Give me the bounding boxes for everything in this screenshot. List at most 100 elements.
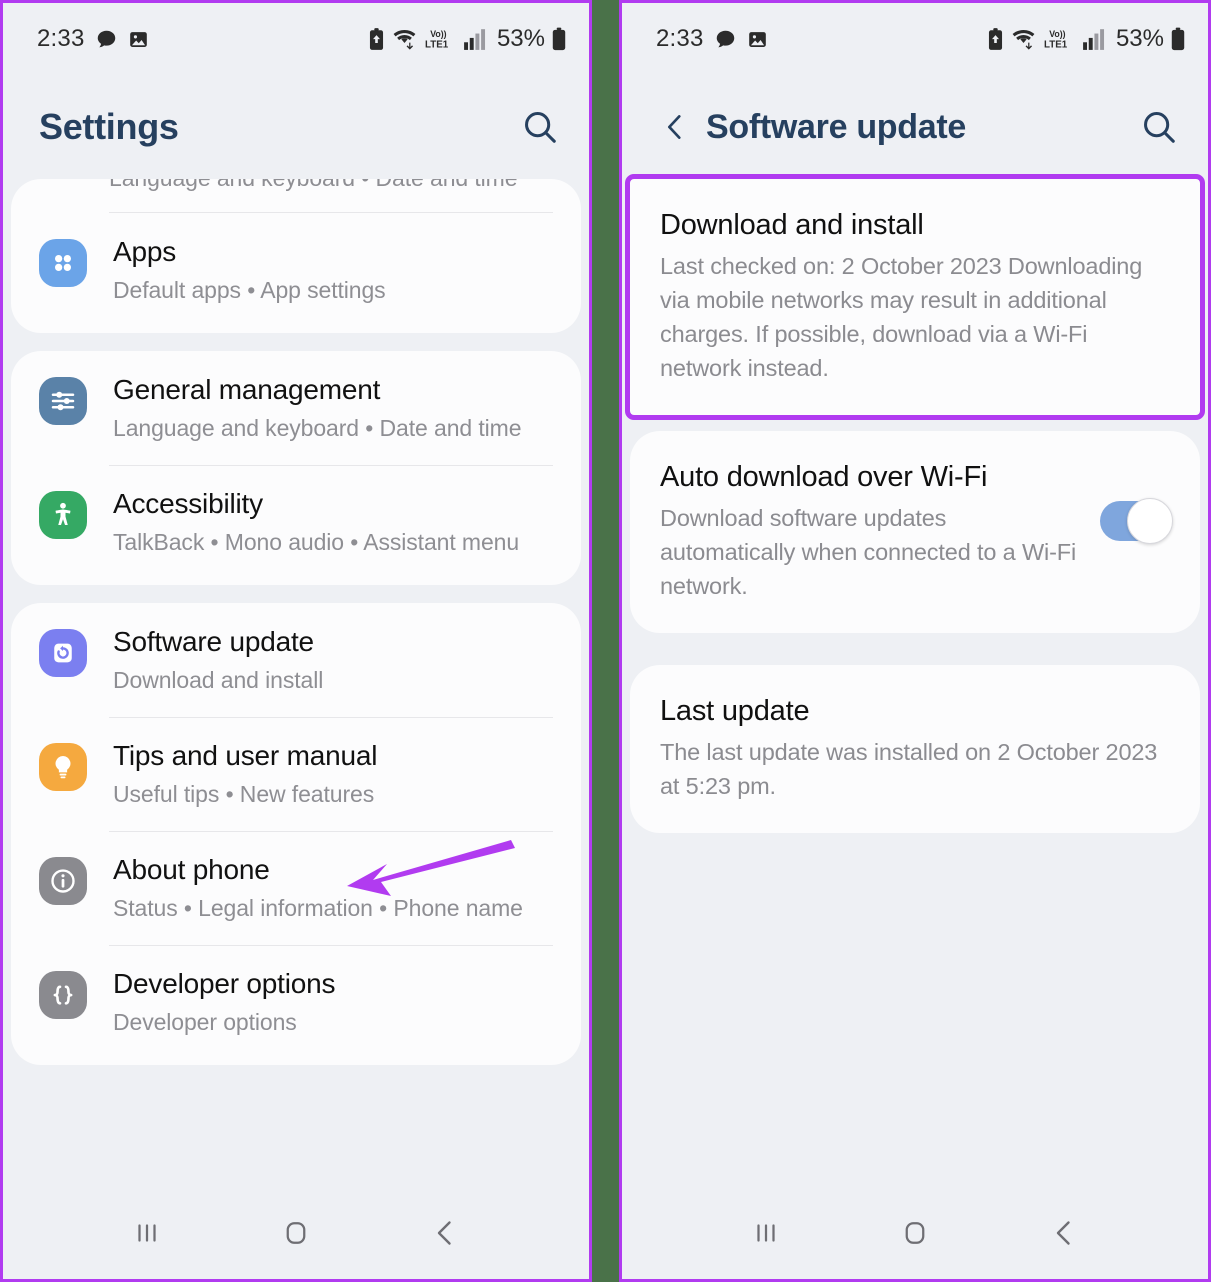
- dual-phone-screenshot: 2:33 Vo)) LTE1 53% Settings Apps Default…: [0, 0, 1211, 1282]
- message-bubble-icon: [715, 29, 736, 50]
- search-icon[interactable]: [521, 108, 559, 146]
- battery-percent: 53%: [496, 25, 545, 52]
- row-title: Tips and user manual: [113, 740, 378, 771]
- page-title: Software update: [706, 107, 966, 146]
- volte1-icon: Vo)) LTE1: [424, 27, 457, 51]
- row-subtitle: Developer options: [113, 1009, 297, 1035]
- lightbulb-icon: [39, 743, 87, 791]
- image-icon: [128, 29, 149, 50]
- pref-title: Auto download over Wi-Fi: [660, 461, 988, 493]
- row-title: About phone: [113, 854, 270, 885]
- status-time: 2:33: [656, 25, 704, 52]
- svg-text:Vo)): Vo)): [430, 29, 446, 39]
- alarm-battery-icon: [368, 27, 385, 51]
- battery-icon: [551, 27, 567, 51]
- row-title: Accessibility: [113, 488, 263, 519]
- battery-icon: [1170, 27, 1186, 51]
- row-title: Developer options: [113, 968, 336, 999]
- partial-scrolled-row: Language and keyboard • Date and time: [11, 179, 581, 213]
- row-text: Software update Download and install: [113, 623, 557, 697]
- status-time: 2:33: [37, 25, 85, 52]
- svg-text:Vo)): Vo)): [1049, 29, 1065, 39]
- image-icon: [747, 29, 768, 50]
- curly-braces-icon: [39, 971, 87, 1019]
- message-bubble-icon: [96, 29, 117, 50]
- preference-auto-download-over-wifi[interactable]: Auto download over Wi-Fi Download softwa…: [630, 431, 1200, 633]
- row-subtitle: Status • Legal information • Phone name: [113, 895, 523, 921]
- page-title: Settings: [39, 106, 179, 147]
- pref-subtitle: Last checked on: 2 October 2023 Download…: [660, 253, 1143, 381]
- status-bar-left: 2:33 Vo)) LTE1 53%: [3, 3, 589, 75]
- sidebar-item-accessibility[interactable]: Accessibility TalkBack • Mono audio • As…: [11, 465, 581, 579]
- wifi-data-icon: [1010, 27, 1037, 51]
- settings-group-apps: Language and keyboard • Date and time Ap…: [11, 179, 581, 333]
- row-title: General management: [113, 374, 381, 405]
- row-text: Developer options Developer options: [113, 965, 557, 1039]
- pref-subtitle: Download software updates automatically …: [660, 505, 1077, 599]
- recents-icon[interactable]: [102, 1203, 192, 1263]
- back-icon[interactable]: [400, 1203, 490, 1263]
- status-bar-left-group: 2:33: [37, 25, 149, 53]
- sliders-icon: [39, 377, 87, 425]
- nav-bar-right: [622, 1187, 1208, 1279]
- search-icon[interactable]: [1140, 108, 1178, 146]
- alarm-battery-icon: [987, 27, 1004, 51]
- auto-download-toggle[interactable]: [1100, 498, 1173, 544]
- info-circle-icon: [39, 857, 87, 905]
- row-subtitle: Default apps • App settings: [113, 277, 386, 303]
- status-bar-right-group: Vo)) LTE1 53%: [368, 25, 567, 53]
- volte1-icon: Vo)) LTE1: [1043, 27, 1076, 51]
- apps-grid-icon: [39, 239, 87, 287]
- row-text: General management Language and keyboard…: [113, 371, 557, 445]
- settings-list[interactable]: Language and keyboard • Date and time Ap…: [3, 179, 589, 1193]
- software-update-title-bar: Software update: [622, 75, 1208, 179]
- svg-text:LTE1: LTE1: [425, 39, 449, 50]
- pref-text: Download and install Last checked on: 2 …: [660, 205, 1170, 385]
- back-icon[interactable]: [1019, 1203, 1109, 1263]
- settings-group-general: General management Language and keyboard…: [11, 351, 581, 585]
- preference-download-and-install[interactable]: Download and install Last checked on: 2 …: [625, 174, 1205, 420]
- sidebar-item-developer-options[interactable]: Developer options Developer options: [11, 945, 581, 1059]
- nav-bar-left: [3, 1187, 589, 1279]
- row-title: Software update: [113, 626, 314, 657]
- back-chevron-icon[interactable]: [658, 110, 692, 144]
- row-subtitle: TalkBack • Mono audio • Assistant menu: [113, 529, 520, 555]
- sidebar-item-about-phone[interactable]: About phone Status • Legal information •…: [11, 831, 581, 945]
- wifi-data-icon: [391, 27, 418, 51]
- row-text: Tips and user manual Useful tips • New f…: [113, 737, 557, 811]
- row-text: About phone Status • Legal information •…: [113, 851, 557, 925]
- row-subtitle: Download and install: [113, 667, 324, 693]
- signal-bars-icon: [463, 27, 487, 51]
- pref-subtitle: The last update was installed on 2 Octob…: [660, 739, 1158, 799]
- software-update-content[interactable]: Download and install Last checked on: 2 …: [622, 174, 1208, 1193]
- status-bar-right-left-group: 2:33: [656, 25, 768, 53]
- software-update-refresh-icon: [39, 629, 87, 677]
- home-icon[interactable]: [870, 1203, 960, 1263]
- pref-title: Download and install: [660, 209, 924, 241]
- sidebar-item-apps[interactable]: Apps Default apps • App settings: [11, 213, 581, 327]
- battery-percent: 53%: [1115, 25, 1164, 52]
- recents-icon[interactable]: [721, 1203, 811, 1263]
- row-subtitle: Language and keyboard • Date and time: [113, 415, 522, 441]
- toggle-knob: [1127, 498, 1173, 544]
- row-text: Accessibility TalkBack • Mono audio • As…: [113, 485, 557, 559]
- preference-last-update[interactable]: Last update The last update was installe…: [630, 665, 1200, 833]
- settings-title-bar: Settings: [3, 75, 589, 179]
- row-subtitle: Useful tips • New features: [113, 781, 375, 807]
- sidebar-item-tips-and-user-manual[interactable]: Tips and user manual Useful tips • New f…: [11, 717, 581, 831]
- sidebar-item-software-update[interactable]: Software update Download and install: [11, 603, 581, 717]
- svg-text:LTE1: LTE1: [1044, 39, 1068, 50]
- panel-divider: [592, 0, 619, 1282]
- status-bar-right: 2:33 Vo)) LTE1 53%: [622, 3, 1208, 75]
- accessibility-person-icon: [39, 491, 87, 539]
- status-bar-right-right-group: Vo)) LTE1 53%: [987, 25, 1186, 53]
- left-phone-panel: 2:33 Vo)) LTE1 53% Settings Apps Default…: [0, 0, 592, 1282]
- home-icon[interactable]: [251, 1203, 341, 1263]
- sidebar-item-general-management[interactable]: General management Language and keyboard…: [11, 351, 581, 465]
- partial-row-subtitle: Language and keyboard • Date and time: [109, 179, 518, 195]
- settings-group-system: Software update Download and install Tip…: [11, 603, 581, 1065]
- row-title: Apps: [113, 236, 177, 267]
- right-phone-panel: 2:33 Vo)) LTE1 53% Software update Downl…: [619, 0, 1211, 1282]
- row-text: Apps Default apps • App settings: [113, 233, 557, 307]
- signal-bars-icon: [1082, 27, 1106, 51]
